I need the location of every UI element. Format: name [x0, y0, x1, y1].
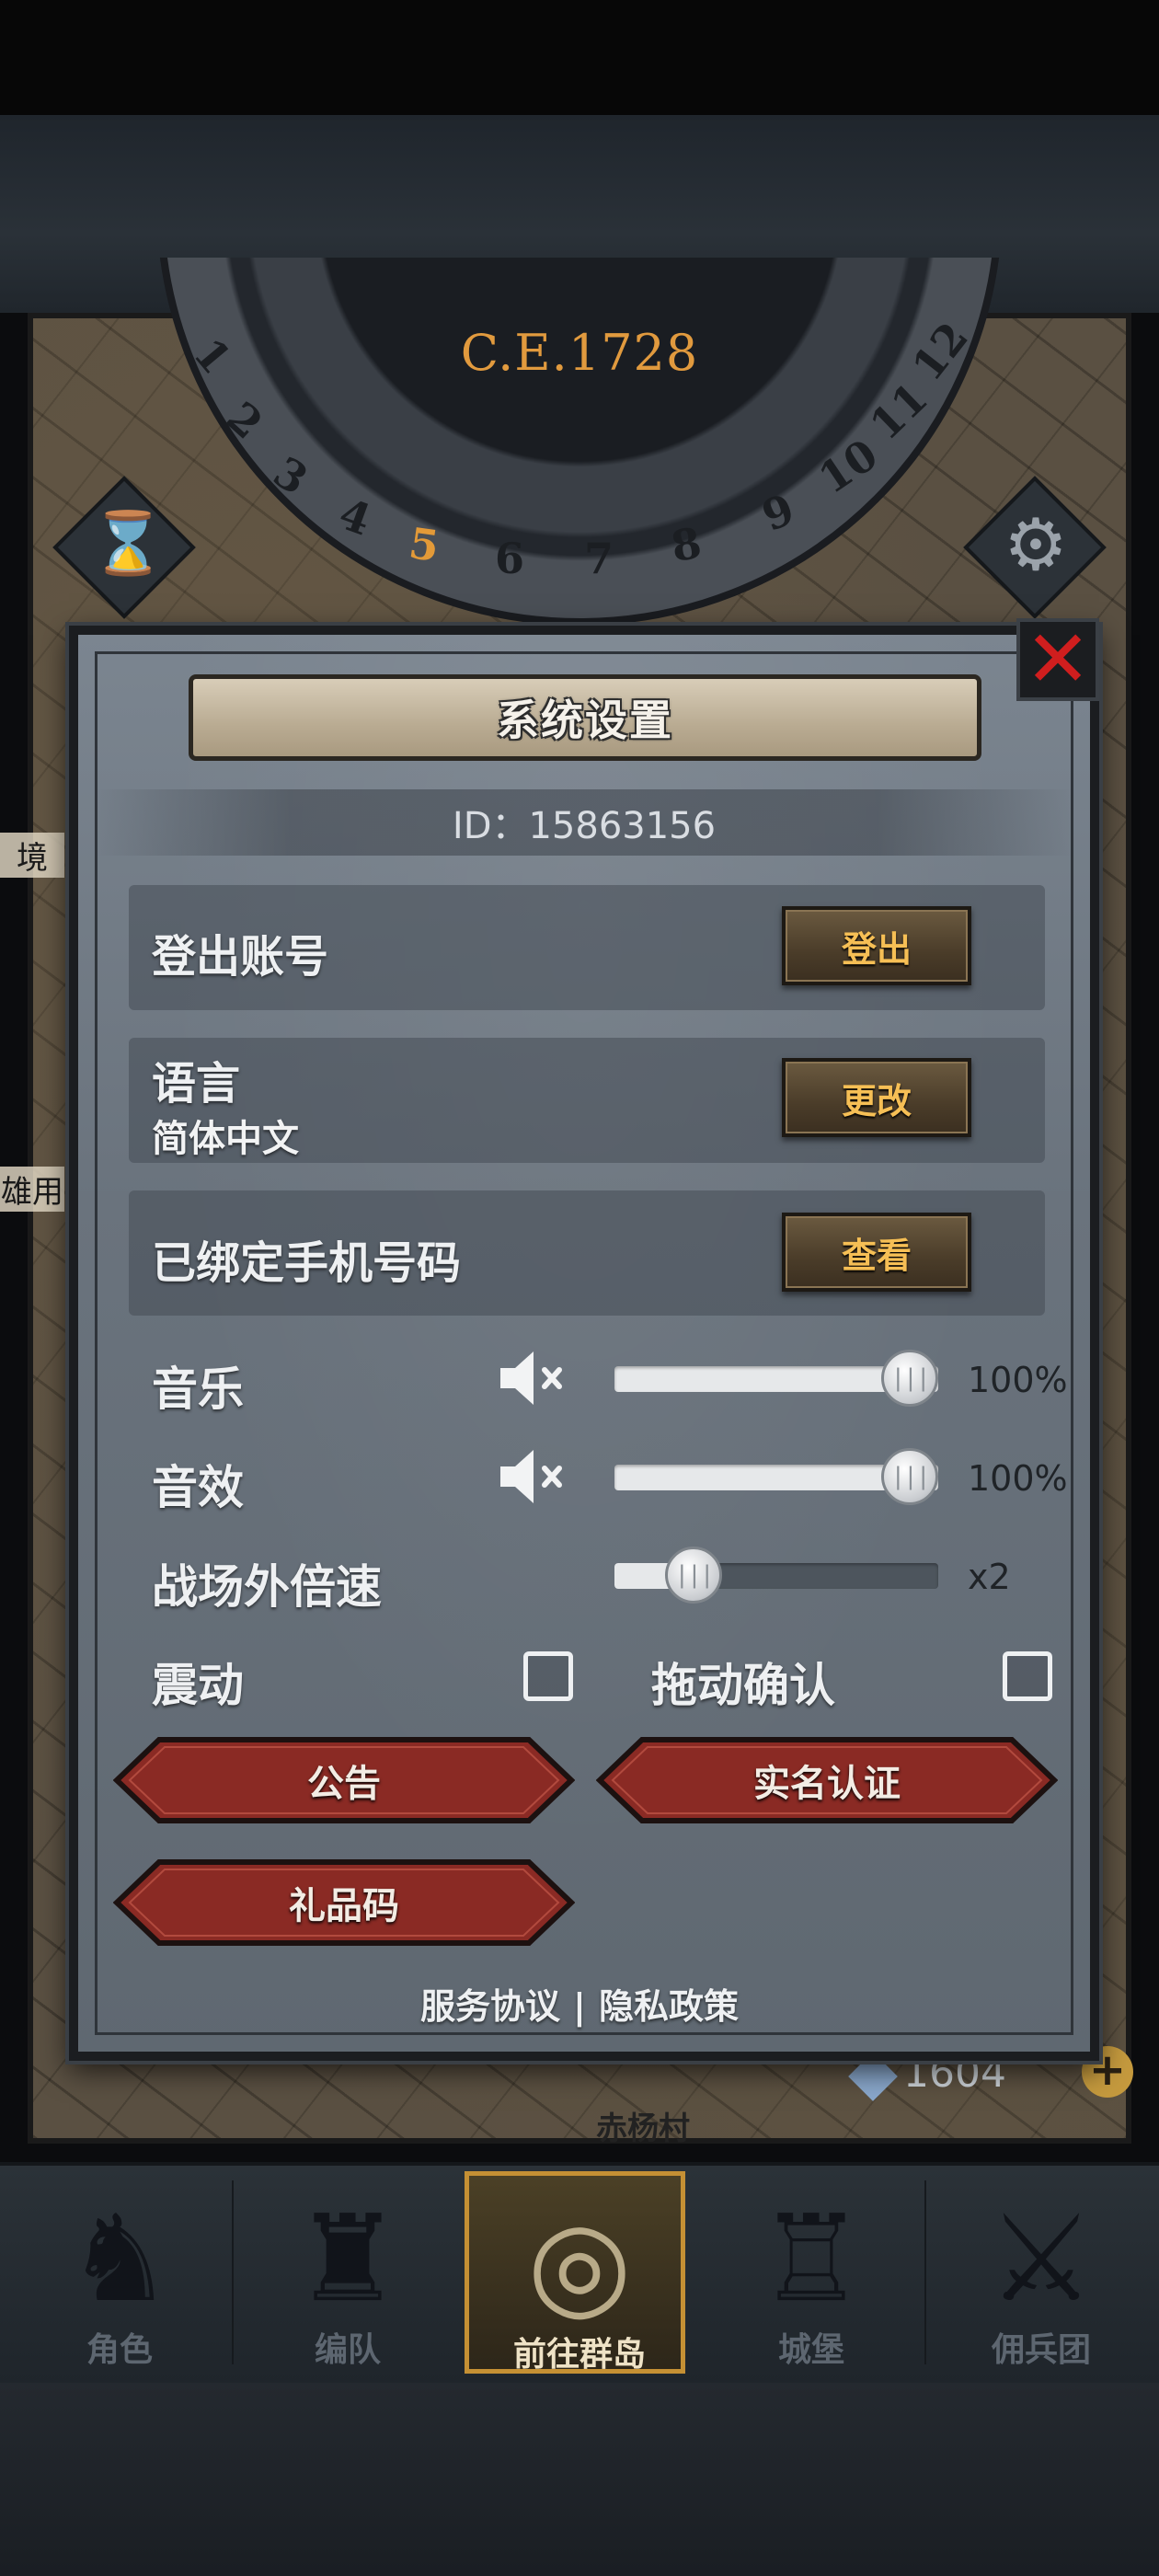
dialog-inner-border	[95, 651, 1073, 2035]
hourglass-icon: ⌛	[90, 508, 166, 579]
speed-value: x2	[968, 1557, 1011, 1597]
notice-button-label: 公告	[307, 1763, 381, 1805]
bottom-pad	[0, 2383, 1159, 2576]
change-language-label: 更改	[841, 1080, 912, 1121]
mute-icon[interactable]	[497, 1444, 570, 1509]
music-label: 音乐	[152, 1363, 244, 1416]
player-id: ID：15863156	[452, 805, 717, 847]
privacy-policy-link[interactable]: 隐私政策	[599, 1986, 739, 2027]
calendar-wheel: C.E.1728 1 2 3 4 5 6 7 8 9 10 11 12	[129, 258, 1030, 644]
dialog-title: 系统设置	[497, 696, 673, 745]
calendar-wheel-ring	[156, 258, 1003, 626]
service-agreement-link[interactable]: 服务协议	[420, 1986, 560, 2027]
nav-mercenary-label: 佣兵团	[991, 2331, 1091, 2369]
music-slider[interactable]: |||	[614, 1350, 938, 1407]
player-id-strip: ID：15863156	[94, 789, 1074, 856]
drag-confirm-label: 拖动确认	[651, 1659, 835, 1712]
sfx-slider[interactable]: |||	[614, 1448, 938, 1505]
speed-slider[interactable]: |||	[614, 1547, 938, 1604]
vibration-checkbox[interactable]	[523, 1651, 573, 1701]
nav-castle-label: 城堡	[777, 2331, 844, 2369]
sfx-slider-knob[interactable]: |||	[881, 1448, 938, 1505]
nav-islands[interactable]: ◎ 前往群岛	[465, 2171, 685, 2374]
top-status-band	[0, 0, 1159, 115]
nav-divider	[924, 2180, 926, 2364]
nav-divider	[232, 2180, 234, 2364]
giftcode-button-label: 礼品码	[289, 1885, 399, 1927]
nav-team[interactable]: ♜ 编队	[237, 2171, 458, 2374]
notice-button[interactable]: 公告	[113, 1736, 575, 1824]
map-edge-label: 境	[0, 833, 64, 878]
speed-slider-knob[interactable]: |||	[665, 1547, 722, 1604]
wheel-number: 6	[495, 534, 525, 583]
music-value: 100%	[968, 1360, 1068, 1400]
view-phone-label: 查看	[841, 1235, 912, 1276]
knight-helmet-icon: ♞	[65, 2189, 174, 2329]
view-phone-button[interactable]: 查看	[782, 1213, 971, 1292]
giftcode-button[interactable]: 礼品码	[113, 1858, 575, 1947]
language-label: 语言	[152, 1058, 241, 1110]
change-language-button[interactable]: 更改	[782, 1058, 971, 1137]
wheel-number: 7	[584, 534, 614, 583]
logout-label: 登出账号	[152, 931, 329, 983]
map-edge-label: 雄用	[0, 1167, 64, 1212]
globe-compass-icon: ◎	[527, 2193, 632, 2333]
nav-team-label: 编队	[314, 2331, 381, 2369]
drag-confirm-checkbox[interactable]	[1003, 1651, 1052, 1701]
gear-icon: ⚙	[1004, 504, 1068, 587]
music-slider-knob[interactable]: |||	[881, 1350, 938, 1407]
close-button[interactable]: ✕	[1016, 618, 1099, 701]
speed-label: 战场外倍速	[152, 1560, 382, 1614]
mute-icon[interactable]	[497, 1346, 570, 1410]
realname-button-label: 实名认证	[753, 1763, 901, 1805]
calendar-year: C.E.1728	[460, 324, 699, 382]
village-name: 赤杨村	[596, 2110, 690, 2147]
vibration-label: 震动	[152, 1659, 244, 1712]
nav-role[interactable]: ♞ 角色	[9, 2171, 230, 2374]
language-value: 简体中文	[152, 1118, 299, 1160]
logout-button-label: 登出	[841, 928, 912, 970]
mercenary-icon: ⚔	[987, 2189, 1096, 2329]
legal-links: 服务协议 | 隐私政策	[0, 1978, 1159, 2029]
close-x-icon: ✕	[1024, 614, 1092, 706]
nav-castle[interactable]: ♖ 城堡	[701, 2171, 922, 2374]
realname-button[interactable]: 实名认证	[596, 1736, 1058, 1824]
nav-role-label: 角色	[86, 2331, 153, 2369]
team-icon: ♜	[293, 2189, 402, 2329]
sfx-value: 100%	[968, 1458, 1068, 1499]
dialog-title-banner: 系统设置	[189, 674, 981, 761]
nav-mercenary[interactable]: ⚔ 佣兵团	[931, 2171, 1152, 2374]
phone-label: 已绑定手机号码	[152, 1237, 462, 1289]
logout-button[interactable]: 登出	[782, 906, 971, 985]
link-separator: |	[573, 1986, 586, 2027]
castle-icon: ♖	[757, 2189, 866, 2329]
sfx-label: 音效	[152, 1461, 244, 1514]
nav-islands-label: 前往群岛	[512, 2336, 646, 2374]
